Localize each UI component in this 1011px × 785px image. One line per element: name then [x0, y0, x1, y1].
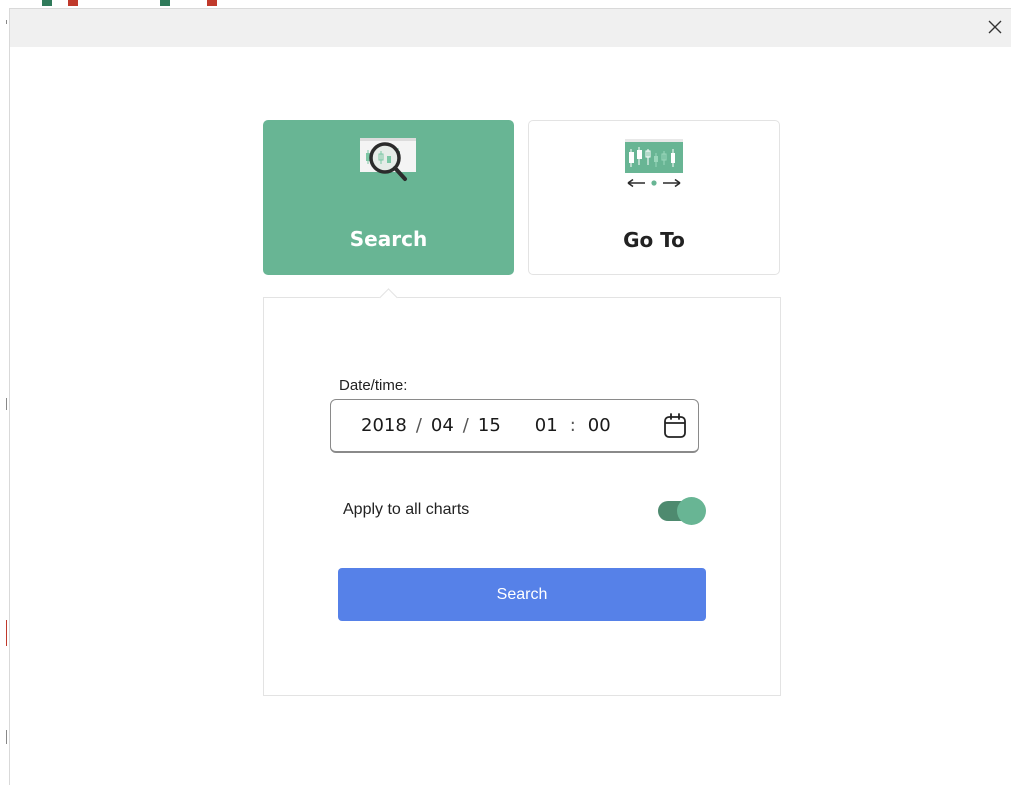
datetime-input[interactable]: 2018 / 04 / 15 01 : 00: [330, 399, 699, 453]
month-field[interactable]: 04: [431, 415, 454, 436]
day-field[interactable]: 15: [478, 415, 501, 436]
close-icon: [988, 20, 1002, 34]
year-field[interactable]: 2018: [361, 415, 407, 436]
dialog-titlebar: [10, 9, 1011, 47]
tab-search-label: Search: [349, 227, 428, 251]
chart-candle: [160, 0, 170, 6]
date-separator: /: [462, 415, 469, 436]
close-button[interactable]: [981, 13, 1009, 41]
chart-tick: [6, 730, 7, 744]
candlestick-arrows-icon: [625, 139, 683, 188]
panel-pointer: [379, 288, 398, 307]
chart-candle: [68, 0, 78, 6]
search-panel: Date/time: 2018 / 04 / 15 01 : 00 Apply …: [263, 288, 781, 696]
apply-all-charts-toggle[interactable]: [658, 497, 706, 525]
background-chart-top: [0, 0, 1011, 8]
datetime-label: Date/time:: [339, 377, 408, 394]
tab-search[interactable]: Search: [263, 120, 514, 275]
chart-tick: [6, 20, 7, 24]
date-separator: /: [415, 415, 422, 436]
hour-field[interactable]: 01: [535, 415, 558, 436]
tab-go-to-label: Go To: [623, 228, 685, 252]
calendar-icon[interactable]: [662, 412, 688, 440]
chart-candle: [42, 0, 52, 6]
candlestick-magnifier-icon: [359, 138, 416, 181]
time-separator: :: [569, 415, 576, 436]
search-button[interactable]: Search: [338, 568, 706, 621]
chart-tick: [6, 398, 7, 410]
tab-go-to[interactable]: Go To: [528, 120, 780, 275]
chart-candle: [207, 0, 217, 6]
background-chart-edge: [0, 0, 9, 785]
minute-field[interactable]: 00: [588, 415, 611, 436]
chart-candle: [6, 620, 7, 646]
toggle-knob: [677, 497, 706, 525]
go-to-dialog: Search Go To Date/time: 2018 / 04 / 15 0…: [9, 8, 1011, 785]
apply-all-charts-label: Apply to all charts: [343, 501, 470, 518]
